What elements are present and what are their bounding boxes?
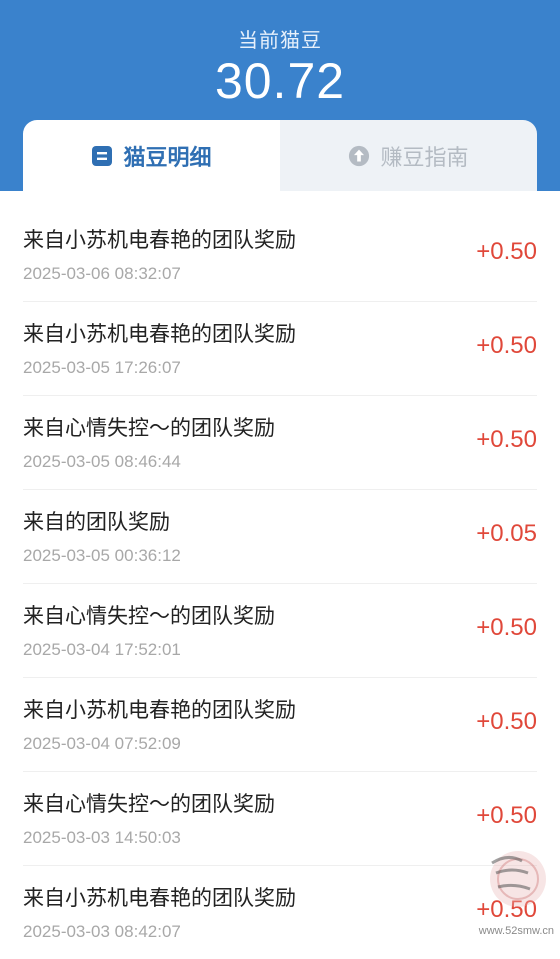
tab-bar: 猫豆明细 赚豆指南 xyxy=(23,120,537,191)
list-item: 来自小苏机电春艳的团队奖励 2025-03-05 17:26:07 +0.50 xyxy=(23,302,537,396)
record-amount: +0.50 xyxy=(476,708,537,735)
list-item: 来自心情失控～的团队奖励 2025-03-04 17:52:01 +0.50 xyxy=(23,584,537,678)
balance-label: 当前猫豆 xyxy=(238,28,322,52)
watermark-text: www.52smw.cn xyxy=(478,925,554,937)
list-item: 来自心情失控～的团队奖励 2025-03-05 08:46:44 +0.50 xyxy=(23,396,537,490)
record-time: 2025-03-05 08:46:44 xyxy=(23,452,181,471)
record-title: 来自的团队奖励 xyxy=(23,510,170,534)
record-title: 来自小苏机电春艳的团队奖励 xyxy=(23,228,296,252)
record-amount: +0.50 xyxy=(476,426,537,453)
tab-details-label: 猫豆明细 xyxy=(123,145,212,171)
list-icon xyxy=(91,145,113,167)
record-time: 2025-03-03 08:42:07 xyxy=(23,922,181,941)
record-title: 来自心情失控～的团队奖励 xyxy=(23,604,275,628)
record-time: 2025-03-04 17:52:01 xyxy=(23,640,181,659)
record-amount: +0.50 xyxy=(476,332,537,359)
record-time: 2025-03-04 07:52:09 xyxy=(23,734,181,753)
record-title: 来自心情失控～的团队奖励 xyxy=(23,792,275,816)
record-title: 来自心情失控～的团队奖励 xyxy=(23,416,275,440)
record-title: 来自小苏机电春艳的团队奖励 xyxy=(23,886,296,910)
list-item: 来自的团队奖励 2025-03-05 00:36:12 +0.05 xyxy=(23,490,537,584)
tab-details[interactable]: 猫豆明细 xyxy=(23,120,280,191)
record-time: 2025-03-03 14:50:03 xyxy=(23,828,181,847)
arrow-up-circle-icon xyxy=(348,145,370,167)
record-title: 来自小苏机电春艳的团队奖励 xyxy=(23,698,296,722)
record-amount: +0.50 xyxy=(476,238,537,265)
record-title: 来自小苏机电春艳的团队奖励 xyxy=(23,322,296,346)
tab-guide-label: 赚豆指南 xyxy=(380,145,469,171)
record-amount: +0.05 xyxy=(476,520,537,547)
header: 当前猫豆 30.72 猫豆明细 赚豆指南 xyxy=(0,0,560,191)
watermark-seal-icon xyxy=(490,851,546,907)
watermark: www.52smw.cn xyxy=(456,841,556,937)
tab-guide[interactable]: 赚豆指南 xyxy=(280,120,537,191)
record-time: 2025-03-05 17:26:07 xyxy=(23,358,181,377)
balance-value: 30.72 xyxy=(214,53,346,109)
list-item: 来自小苏机电春艳的团队奖励 2025-03-04 07:52:09 +0.50 xyxy=(23,678,537,772)
record-time: 2025-03-06 08:32:07 xyxy=(23,264,181,283)
record-time: 2025-03-05 00:36:12 xyxy=(23,546,181,565)
record-amount: +0.50 xyxy=(476,802,537,829)
record-amount: +0.50 xyxy=(476,614,537,641)
list-item: 来自小苏机电春艳的团队奖励 2025-03-06 08:32:07 +0.50 xyxy=(23,208,537,302)
